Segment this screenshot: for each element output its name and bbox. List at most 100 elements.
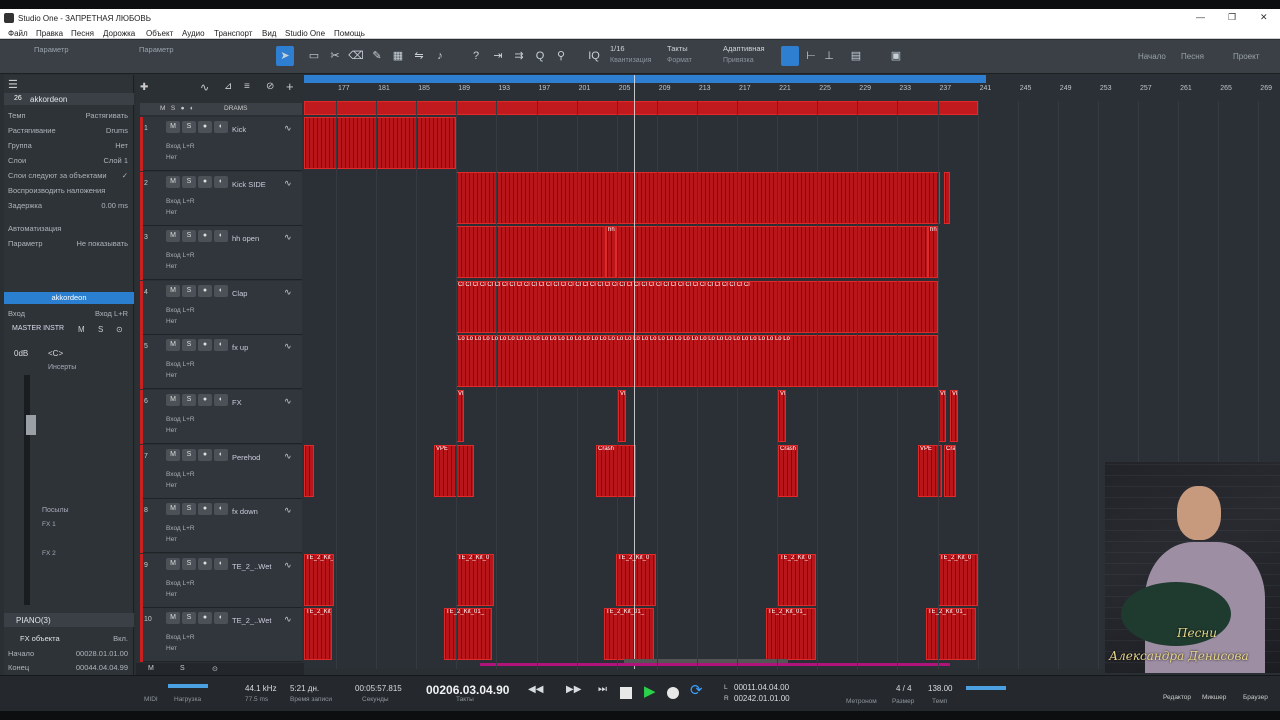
track-header[interactable]: 8 M S ● ◐ fx down ∿ Вход L+R Нет (140, 499, 302, 554)
sync-icon[interactable]: ⊘ (266, 81, 274, 92)
monitor-button[interactable]: ◐ (214, 612, 228, 625)
monitor-button[interactable]: ◐ (214, 284, 228, 297)
monitor-button[interactable]: ◐ (214, 339, 228, 352)
loop-button[interactable]: ⟳ (690, 681, 703, 699)
quantize-icon[interactable]: Q (532, 48, 548, 64)
menu-song[interactable]: Песня (71, 29, 94, 38)
mute-button[interactable]: M (166, 121, 180, 133)
track-input[interactable]: Вход L+R (166, 143, 195, 150)
channel-mute-button[interactable]: M (78, 325, 85, 334)
mixer-button[interactable]: Микшер (1202, 694, 1226, 701)
footer-monitor-icon[interactable]: ⊙ (212, 665, 218, 673)
arrow-tool-icon[interactable]: ➤ (277, 48, 293, 64)
track-header[interactable]: 1 M S ● ◐ Kick ∿ Вход L+R Нет (140, 117, 302, 171)
channel-name-bar[interactable]: akkordeon (4, 292, 134, 304)
master-volume-slider[interactable] (966, 686, 1006, 690)
mute-button[interactable]: M (166, 394, 180, 406)
send-fx1[interactable]: FX 1 (42, 521, 56, 528)
folder-track-header[interactable]: M S ● ◐ DRAMS (140, 103, 302, 115)
record-arm-button[interactable]: ● (198, 612, 212, 625)
monitor-button[interactable]: ◐ (214, 448, 228, 461)
menu-track[interactable]: Дорожка (103, 29, 135, 38)
record-arm-button[interactable]: ● (198, 448, 212, 461)
go-to-end-icon[interactable]: ⏭ (598, 684, 607, 695)
folder-icon[interactable]: ⊿ (224, 81, 232, 92)
loop-range-bar[interactable] (304, 75, 986, 83)
audio-clip[interactable]: TE_2_Kit_0 (456, 553, 494, 606)
channel-volume[interactable]: 0dB (14, 349, 28, 358)
channel-input[interactable]: Вход Вход L+R (8, 307, 132, 319)
layout-icon[interactable]: ▤ (848, 48, 864, 64)
tempo-value[interactable]: 138.00 (928, 684, 952, 693)
inspector-row-delay[interactable]: Задержка 0.00 ms (8, 199, 132, 211)
restore-icon[interactable]: ❐ (1228, 12, 1236, 23)
track-input[interactable]: Вход L+R (166, 416, 195, 423)
playhead[interactable] (634, 75, 635, 669)
monitor-button[interactable]: ◐ (214, 230, 228, 243)
snap-toggle[interactable] (781, 46, 799, 66)
track-input[interactable]: Вход L+R (166, 198, 195, 205)
audio-clip[interactable]: TE_2_Kit_01_ (444, 608, 492, 661)
track-header[interactable]: 3 M S ● ◐ hh open ∿ Вход L+R Нет (140, 226, 302, 281)
send-fx2[interactable]: FX 2 (42, 550, 56, 557)
solo-button[interactable]: S (182, 503, 196, 516)
track-input[interactable]: Вход L+R (166, 252, 195, 259)
bars-display[interactable]: 00206.03.04.90 (426, 683, 509, 697)
folder-clip[interactable] (304, 101, 978, 115)
waveform-icon[interactable]: ∿ (284, 560, 292, 571)
audio-clip[interactable]: VP (938, 390, 946, 442)
snap-events-icon[interactable]: ⊥ (821, 48, 837, 64)
track-output[interactable]: Нет (166, 209, 177, 216)
record-button[interactable] (667, 687, 679, 699)
volume-fader-track[interactable] (24, 375, 30, 605)
audio-clip[interactable] (616, 226, 928, 279)
nudge-icon[interactable]: ⇥ (490, 48, 506, 64)
mute-button[interactable]: M (166, 612, 180, 625)
audio-clip[interactable]: TE_2_Kit_0 (778, 553, 816, 606)
tune-icon[interactable]: ⚲ (553, 48, 569, 64)
track-header[interactable]: 7 M S ● ◐ Perehod ∿ Вход L+R Нет (140, 444, 302, 499)
audio-clip[interactable]: Crash (778, 444, 798, 497)
minimize-icon[interactable]: — (1196, 12, 1205, 22)
browser-button[interactable]: Браузер (1243, 694, 1268, 701)
mute-button[interactable]: M (166, 557, 180, 570)
solo-button[interactable]: S (182, 121, 196, 133)
track-name[interactable]: hh open (232, 234, 259, 243)
play-button[interactable]: ▶ (644, 682, 656, 700)
timebase-select[interactable]: Такты (667, 44, 688, 55)
track-output[interactable]: Нет (166, 591, 177, 598)
inspector-automation-param[interactable]: Параметр Не показывать (8, 237, 132, 249)
track-input[interactable]: Вход L+R (166, 634, 195, 641)
record-arm-button[interactable]: ● (198, 503, 212, 516)
audio-clip[interactable]: Crash (944, 444, 956, 497)
project-page-tab[interactable]: Проект (1233, 52, 1259, 61)
seconds-display[interactable]: 00:05:57.815 (355, 684, 402, 693)
mute-button[interactable]: M (166, 284, 180, 297)
track-name[interactable]: Perehod (232, 453, 260, 462)
solo-button[interactable]: S (182, 557, 196, 570)
audio-clip[interactable]: VP (778, 390, 786, 442)
eraser-tool-icon[interactable]: ⌫ (348, 48, 364, 64)
menu-view[interactable]: Вид (262, 29, 276, 38)
track-header[interactable]: 2 M S ● ◐ Kick SIDE ∿ Вход L+R Нет (140, 171, 302, 226)
piano-header[interactable]: PIANO(3) (4, 613, 134, 627)
snap-grid-icon[interactable]: ⊢ (803, 48, 819, 64)
solo-button[interactable]: S (182, 339, 196, 352)
track-name[interactable]: FX (232, 398, 242, 407)
track-input[interactable]: Вход L+R (166, 307, 195, 314)
track-name[interactable]: Kick (232, 125, 246, 134)
channel-pan[interactable]: <C> (48, 349, 63, 358)
track-output[interactable]: Нет (166, 263, 177, 270)
iq-icon[interactable]: IQ (586, 48, 602, 64)
waveform-icon[interactable]: ∿ (284, 232, 292, 243)
track-input[interactable]: Вход L+R (166, 361, 195, 368)
track-output[interactable]: Нет (166, 645, 177, 652)
audio-clip[interactable] (304, 444, 314, 497)
track-output[interactable]: Нет (166, 482, 177, 489)
inspector-row-play-overlaps[interactable]: Воспроизводить наложения (8, 184, 132, 196)
record-arm-button[interactable]: ● (198, 339, 212, 352)
waveform-icon[interactable]: ∿ (284, 123, 292, 134)
fast-forward-icon[interactable]: ▶▶ (566, 684, 581, 695)
inspector-row-tempo[interactable]: Темп Растягивать (8, 109, 132, 121)
audio-clip[interactable]: TE_2_Kit_0 (616, 553, 656, 606)
